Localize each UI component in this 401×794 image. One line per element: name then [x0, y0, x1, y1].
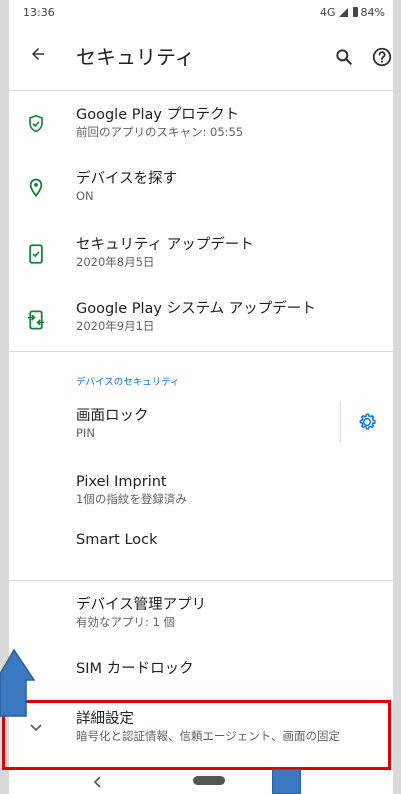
item-title: 画面ロック — [76, 408, 149, 424]
highlight-box — [2, 700, 391, 770]
status-indicators: 4G 84% — [320, 6, 385, 19]
item-title: デバイスを探す — [76, 171, 178, 187]
list-item-find-device[interactable]: デバイスを探す ON — [9, 155, 393, 221]
list-item-smart-lock[interactable]: Smart Lock — [9, 524, 393, 572]
list-item-pixel-imprint[interactable]: Pixel Imprint 1個の指紋を登録済み — [9, 456, 393, 524]
signal-icon — [338, 7, 348, 17]
gear-icon[interactable] — [340, 402, 393, 442]
help-icon[interactable] — [367, 42, 393, 72]
battery-level: 84% — [360, 5, 385, 19]
nav-home-pill-icon[interactable] — [193, 776, 225, 785]
item-subtitle: 有効なアプリ: 1 個 — [76, 615, 176, 629]
item-subtitle: 前回のアプリのスキャン: 05:55 — [76, 125, 244, 139]
annotation-square — [272, 769, 301, 794]
list-item-device-admin[interactable]: デバイス管理アプリ 有効なアプリ: 1 個 — [9, 581, 393, 645]
item-title: SIM カードロック — [76, 661, 194, 677]
status-bar: 13:36 4G 84% — [9, 0, 393, 24]
item-title: セキュリティ アップデート — [76, 237, 254, 253]
item-title: Google Play プロテクト — [76, 107, 240, 123]
item-subtitle: ON — [76, 189, 94, 203]
battery-icon — [352, 7, 358, 17]
system-nav-bar — [9, 771, 393, 794]
item-title: デバイス管理アプリ — [76, 597, 207, 613]
phone-update-icon — [25, 243, 47, 265]
annotation-arrow-icon — [0, 648, 36, 717]
phone-sync-icon — [25, 309, 47, 331]
list-item-security-update[interactable]: セキュリティ アップデート 2020年8月5日 — [9, 221, 393, 287]
nav-back-icon[interactable] — [91, 774, 103, 793]
shield-check-icon — [25, 113, 47, 135]
item-subtitle: 2020年8月5日 — [76, 255, 155, 269]
item-subtitle: 2020年9月1日 — [76, 319, 155, 333]
category-header: デバイスのセキュリティ — [9, 352, 393, 398]
app-toolbar: セキュリティ — [9, 24, 393, 90]
list-item-play-system-update[interactable]: Google Play システム アップデート 2020年9月1日 — [9, 287, 393, 351]
arrow-back-icon[interactable] — [23, 42, 53, 72]
category-label: デバイスのセキュリティ — [76, 377, 180, 388]
status-time: 13:36 — [23, 5, 55, 19]
phone-screen: 13:36 4G 84% セキュリティ Google Play プロテクト 前回… — [9, 0, 393, 794]
list-item-screen-lock[interactable]: 画面ロック PIN — [9, 398, 393, 456]
item-title: Pixel Imprint — [76, 474, 167, 490]
item-title: Google Play システム アップデート — [76, 301, 316, 317]
page-title: セキュリティ — [76, 45, 195, 69]
search-icon[interactable] — [329, 42, 359, 72]
network-type: 4G — [320, 5, 336, 19]
list-item-play-protect[interactable]: Google Play プロテクト 前回のアプリのスキャン: 05:55 — [9, 91, 393, 155]
list-item-sim-lock[interactable]: SIM カードロック — [9, 645, 393, 695]
item-subtitle: PIN — [76, 426, 95, 440]
location-pin-icon — [25, 177, 47, 199]
item-title: Smart Lock — [76, 532, 158, 548]
item-subtitle: 1個の指紋を登録済み — [76, 492, 187, 506]
